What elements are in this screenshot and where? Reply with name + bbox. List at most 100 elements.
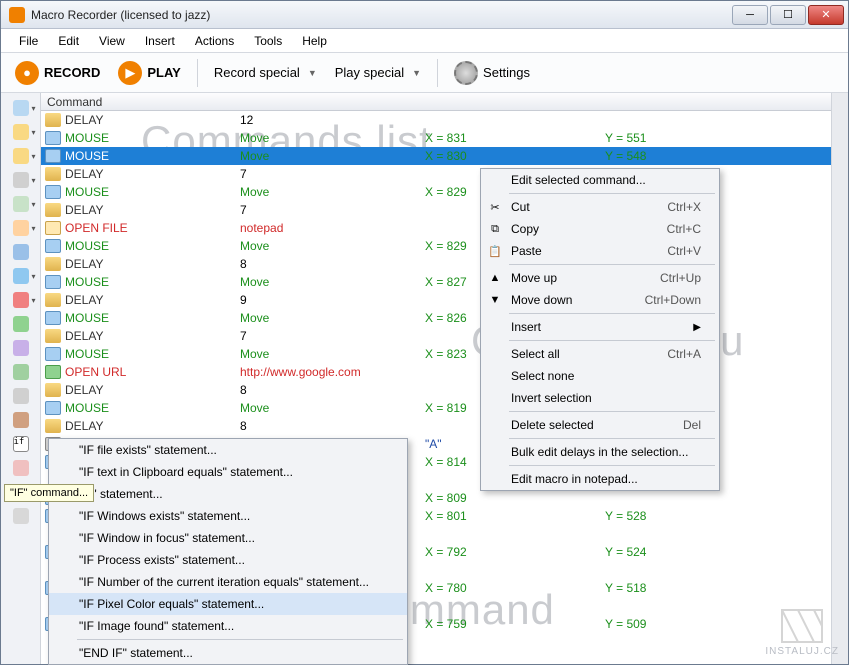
menu-item[interactable]: Edit selected command... [481,169,719,191]
submenu-item[interactable]: "IF Window in focus" statement... [49,527,407,549]
record-special-dropdown[interactable]: Record special ▼ [208,61,323,84]
close-button[interactable]: ✕ [808,5,844,25]
tool-item-14[interactable]: if [5,433,37,455]
minimize-button[interactable]: ─ [732,5,768,25]
param3-cell: Y = 509 [605,617,831,631]
play-special-label: Play special [335,65,404,80]
menu-item-label: Cut [511,200,530,214]
param3-cell: Y = 518 [605,581,831,595]
menu-edit[interactable]: Edit [50,31,87,51]
tool-item-12[interactable] [5,385,37,407]
submenu-item[interactable]: "END IF" statement... [49,642,407,664]
menu-item[interactable]: ⧉CopyCtrl+C [481,218,719,240]
submenu-item[interactable]: "IF Process exists" statement... [49,549,407,571]
tool-item-10[interactable] [5,337,37,359]
open-icon [45,221,61,235]
tool-item-8[interactable]: ▾ [5,289,37,311]
tool-item-5[interactable]: ▾ [5,217,37,239]
menu-item[interactable]: ▼Move downCtrl+Down [481,289,719,311]
menu-item-label: Delete selected [511,418,594,432]
menu-item-label: Invert selection [511,391,592,405]
play-button[interactable]: ▶ PLAY [112,57,186,89]
menu-view[interactable]: View [91,31,133,51]
param1-cell: 7 [240,203,425,217]
cmd-cell: DELAY [65,329,240,343]
toolbar: ● RECORD ▶ PLAY Record special ▼ Play sp… [1,53,848,93]
submenu-item[interactable]: ge" statement... [49,483,407,505]
chevron-down-icon: ▾ [31,176,35,185]
menu-item[interactable]: Select none [481,365,719,387]
tool-item-2[interactable]: ▾ [5,145,37,167]
menu-item[interactable]: ▲Move upCtrl+Up [481,267,719,289]
context-menu: Edit selected command... ✂CutCtrl+X⧉CopyC… [480,168,720,491]
gear-icon [454,61,478,85]
record-button[interactable]: ● RECORD [9,57,106,89]
tool-item-6[interactable] [5,241,37,263]
grid-header[interactable]: Command [41,93,831,111]
menu-item[interactable]: Edit macro in notepad... [481,468,719,490]
menu-item[interactable]: Select allCtrl+A [481,343,719,365]
submenu-item[interactable]: "IF Number of the current iteration equa… [49,571,407,593]
settings-button[interactable]: Settings [448,57,536,89]
tool-icon [13,316,29,332]
cmd-cell: MOUSE [65,131,240,145]
param3-cell: Y = 524 [605,545,831,559]
tool-item-3[interactable]: ▾ [5,169,37,191]
chevron-down-icon: ▾ [31,152,35,161]
tool-item-13[interactable] [5,409,37,431]
menu-tools[interactable]: Tools [246,31,290,51]
mouse-icon [45,401,61,415]
param1-cell: Move [240,149,425,163]
tool-icon [13,460,29,476]
cmd-cell: MOUSE [65,311,240,325]
tool-item-7[interactable]: ▾ [5,265,37,287]
tool-item-0[interactable]: ▾ [5,97,37,119]
command-row[interactable]: MOUSEMoveX = 830Y = 548 [41,147,831,165]
menu-insert[interactable]: Insert [137,31,183,51]
menu-help[interactable]: Help [294,31,335,51]
separator [509,411,715,412]
submenu-item[interactable]: "IF text in Clipboard equals" statement.… [49,461,407,483]
menu-actions[interactable]: Actions [187,31,242,51]
tool-item-9[interactable] [5,313,37,335]
tool-item-17[interactable] [5,505,37,527]
param1-cell: 7 [240,329,425,343]
param1-cell: 12 [240,113,425,127]
cmd-cell: MOUSE [65,239,240,253]
menu-item[interactable]: 📋PasteCtrl+V [481,240,719,262]
param3-cell: Y = 548 [605,149,831,163]
tool-item-11[interactable] [5,361,37,383]
submenu-item[interactable]: "IF Pixel Color equals" statement... [49,593,407,615]
menu-item[interactable]: Bulk edit delays in the selection... [481,441,719,463]
window-title: Macro Recorder (licensed to jazz) [31,8,732,22]
maximize-button[interactable]: ☐ [770,5,806,25]
command-row[interactable]: DELAY12 [41,111,831,129]
submenu-item[interactable]: "IF Windows exists" statement... [49,505,407,527]
shortcut-label: Ctrl+Up [630,271,701,285]
command-row[interactable]: MOUSEMoveX = 831Y = 551 [41,129,831,147]
menu-item[interactable]: Insert▶ [481,316,719,338]
param1-cell: 8 [240,383,425,397]
param2-cell: X = 780 [425,581,605,595]
tool-item-15[interactable] [5,457,37,479]
open-icon [45,365,61,379]
settings-label: Settings [483,65,530,80]
play-special-dropdown[interactable]: Play special ▼ [329,61,427,84]
menu-item[interactable]: Delete selectedDel [481,414,719,436]
separator [437,59,438,87]
menu-item[interactable]: ✂CutCtrl+X [481,196,719,218]
vertical-scrollbar[interactable] [831,93,848,664]
tool-item-4[interactable]: ▾ [5,193,37,215]
menu-item-label: Move up [511,271,557,285]
menu-file[interactable]: File [11,31,46,51]
menu-item-label: Edit macro in notepad... [511,472,638,486]
submenu-item[interactable]: "IF file exists" statement... [49,439,407,461]
menu-item[interactable]: Invert selection [481,387,719,409]
delay-icon [45,203,61,217]
chevron-down-icon: ▾ [31,224,35,233]
tool-item-1[interactable]: ▾ [5,121,37,143]
submenu-item[interactable]: "IF Image found" statement... [49,615,407,637]
param2-cell: X = 830 [425,149,605,163]
app-icon [9,7,25,23]
param1-cell: http://www.google.com [240,365,425,379]
